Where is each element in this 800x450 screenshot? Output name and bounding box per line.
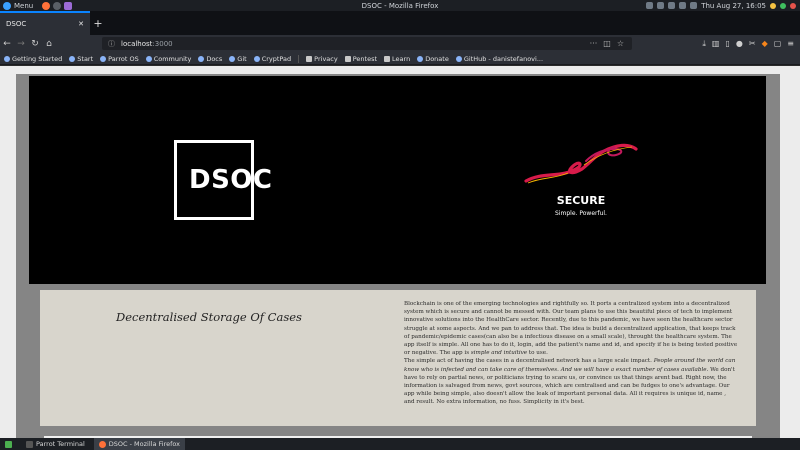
web-page: DSOC SECURE Simple. Powerful. Decentrali… xyxy=(0,66,800,440)
bookmark-icon xyxy=(4,55,10,62)
clock[interactable]: Thu Aug 27, 16:05 xyxy=(701,2,766,10)
tab-dsoc[interactable]: DSOC ✕ xyxy=(0,11,90,35)
discord-icon[interactable] xyxy=(657,2,665,9)
bookmark-label: CryptPad xyxy=(261,54,292,63)
paragraph-1: Blockchain is one of the emerging techno… xyxy=(404,301,738,357)
bookmark-icon xyxy=(253,55,260,62)
forward-button[interactable]: → xyxy=(14,39,28,49)
bookmark-icon xyxy=(100,55,107,62)
bookmark-icon xyxy=(198,55,205,62)
card-body: Blockchain is one of the emerging techno… xyxy=(404,300,738,407)
bookmark-icon xyxy=(455,55,462,62)
bookmark-label: Donate xyxy=(425,54,449,63)
new-tab-button[interactable]: + xyxy=(90,11,106,35)
bookmark-label: Pentest xyxy=(352,54,378,63)
taskbar-item-terminal[interactable]: Parrot Terminal xyxy=(21,438,90,450)
secure-subtitle: Simple. Powerful. xyxy=(555,210,607,217)
minimize-icon[interactable] xyxy=(770,2,776,9)
bookmark-icon xyxy=(229,55,236,62)
sidebar-icon[interactable]: ▯ xyxy=(725,39,729,49)
battery-icon[interactable] xyxy=(690,2,698,9)
bookmark-label: Privacy xyxy=(314,54,338,63)
library-icon[interactable]: ▥ xyxy=(712,39,720,49)
bookmark-item[interactable]: Community xyxy=(145,54,192,63)
folder-icon xyxy=(306,55,313,62)
bookmark-icon xyxy=(417,55,424,62)
bookmark-item[interactable]: Donate xyxy=(417,55,449,63)
home-button[interactable]: ⌂ xyxy=(42,39,56,49)
bookmark-item[interactable]: Docs xyxy=(198,55,222,63)
taskbar: Parrot Terminal DSOC - Mozilla Firefox xyxy=(0,438,800,450)
bookmarks-separator xyxy=(298,54,300,63)
url-bar[interactable]: ⓘ localhost:3000 ··· ◫ ☆ xyxy=(102,37,632,50)
window-icon[interactable]: ▢ xyxy=(774,39,782,49)
secure-logo-graphic xyxy=(524,143,638,184)
tab-title: DSOC xyxy=(6,20,27,28)
pocket-icon[interactable]: ◫ xyxy=(603,39,611,48)
maximize-icon[interactable] xyxy=(780,2,786,9)
url-port: :3000 xyxy=(152,39,173,48)
network-icon[interactable] xyxy=(646,2,654,9)
bookmark-label: GitHub - danistefanovi... xyxy=(463,54,544,63)
bookmark-label: Getting Started xyxy=(12,54,63,63)
bookmark-item[interactable]: Start xyxy=(69,55,93,63)
bookmark-star-icon[interactable]: ☆ xyxy=(617,39,624,48)
bookmark-label: Start xyxy=(77,54,94,63)
downloads-icon[interactable]: ⤓ xyxy=(702,39,706,49)
metamask-icon[interactable]: ◆ xyxy=(762,39,768,49)
dsoc-logo-text: DSOC xyxy=(189,165,273,195)
hero-banner: DSOC SECURE Simple. Powerful. xyxy=(29,76,766,284)
secure-title: SECURE xyxy=(556,194,606,207)
bookmark-item[interactable]: Privacy xyxy=(306,55,338,63)
taskbar-item-firefox[interactable]: DSOC - Mozilla Firefox xyxy=(93,438,186,450)
app-menu-icon[interactable]: ≡ xyxy=(787,39,794,49)
bookmark-item[interactable]: GitHub - danistefanovi... xyxy=(455,54,544,63)
bookmark-item[interactable]: Parrot OS xyxy=(100,55,139,63)
page-info-icon[interactable]: ⓘ xyxy=(108,39,115,49)
volume-icon[interactable] xyxy=(679,2,687,9)
reload-button[interactable]: ↻ xyxy=(28,39,42,49)
bookmark-item[interactable]: Getting Started xyxy=(4,55,62,63)
toolbar-right: ⤓ ▥ ▯ ● ✂ ◆ ▢ ≡ xyxy=(702,39,794,49)
taskbar-item-label: Parrot Terminal xyxy=(36,440,85,448)
firefox-icon xyxy=(98,440,106,448)
close-tab-icon[interactable]: ✕ xyxy=(78,20,84,28)
terminal-icon xyxy=(26,440,33,448)
bookmark-item[interactable]: Git xyxy=(229,54,247,63)
bookmark-item[interactable]: Pentest xyxy=(344,54,378,63)
content-frame: DSOC SECURE Simple. Powerful. Decentrali… xyxy=(16,74,780,440)
url-host: localhost xyxy=(121,39,153,48)
bookmark-label: Git xyxy=(237,54,247,63)
show-desktop-button[interactable] xyxy=(0,438,17,450)
system-tray: Thu Aug 27, 16:05 xyxy=(646,0,796,11)
bluetooth-icon[interactable] xyxy=(668,2,676,9)
back-button[interactable]: ← xyxy=(0,39,14,49)
bookmark-label: Docs xyxy=(206,54,223,63)
bookmarks-bar: Getting Started Start Parrot OS Community Do… xyxy=(0,53,800,65)
card-title: Decentralised Storage Of Cases xyxy=(116,310,302,324)
taskbar-item-label: DSOC - Mozilla Firefox xyxy=(108,440,181,448)
bookmark-icon xyxy=(69,55,76,62)
bookmark-label: Community xyxy=(153,54,192,63)
desktop-icon xyxy=(5,440,12,448)
paragraph-1-end: to use. xyxy=(527,350,548,357)
tab-bar: DSOC ✕ + xyxy=(0,11,800,35)
bookmark-item[interactable]: CryptPad xyxy=(253,54,292,63)
bookmark-item[interactable]: Learn xyxy=(384,55,410,63)
close-icon[interactable] xyxy=(790,2,796,9)
folder-icon xyxy=(344,55,351,62)
bookmark-label: Parrot OS xyxy=(108,54,139,63)
more-actions-icon[interactable]: ··· xyxy=(590,39,598,48)
info-card: Decentralised Storage Of Cases Blockchai… xyxy=(40,290,756,426)
bookmark-label: Learn xyxy=(392,54,411,63)
folder-icon xyxy=(384,55,391,62)
extension-icon[interactable]: ● xyxy=(736,39,743,49)
bookmark-icon xyxy=(145,55,152,62)
navigation-bar: ← → ↻ ⌂ ⓘ localhost:3000 ··· ◫ ☆ ⤓ ▥ ▯ ●… xyxy=(0,35,800,53)
paragraph-2: The simple act of having the cases in a … xyxy=(404,358,654,365)
system-top-bar: Menu DSOC - Mozilla Firefox Thu Aug 27, … xyxy=(0,0,800,11)
paragraph-1-emphasis: simple and intuitive xyxy=(470,350,528,357)
screenshot-icon[interactable]: ✂ xyxy=(749,39,756,49)
